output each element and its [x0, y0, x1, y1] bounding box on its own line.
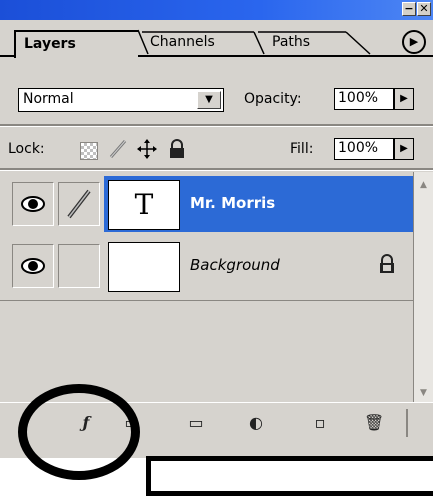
layer-row[interactable]: Background: [0, 238, 413, 294]
scrollbar[interactable]: ▲ ▼: [413, 172, 433, 404]
divider: [0, 300, 413, 301]
lock-transparency-icon[interactable]: [80, 142, 98, 160]
opacity-label: Opacity:: [244, 91, 302, 107]
fill-label: Fill:: [290, 141, 314, 157]
divider: [406, 409, 408, 437]
new-layer-icon[interactable]: ▫: [310, 413, 330, 433]
text-tool-icon: T: [134, 188, 154, 221]
adjustment-icon[interactable]: ◐: [246, 413, 266, 433]
lock-brush-icon[interactable]: [108, 138, 128, 160]
text-layer-thumbnail: T: [108, 180, 180, 230]
scroll-up-icon[interactable]: ▲: [414, 176, 433, 194]
eye-icon[interactable]: [13, 245, 53, 287]
visibility-cell[interactable]: [12, 244, 54, 288]
tab-outline: [0, 29, 433, 57]
fill-input[interactable]: 100%: [334, 138, 394, 160]
title-bar: [0, 0, 433, 20]
lock-icon: [380, 254, 394, 273]
annotation-circle: [18, 384, 140, 480]
divider: [0, 124, 433, 127]
scroll-down-icon[interactable]: ▼: [414, 384, 433, 402]
lock-move-icon[interactable]: [136, 138, 158, 160]
divider: [0, 168, 433, 171]
trash-icon[interactable]: 🗑: [364, 413, 384, 433]
blend-mode-select[interactable]: Normal ▼: [18, 88, 224, 112]
opacity-arrow-icon[interactable]: ▶: [394, 88, 414, 110]
background-thumbnail: [108, 242, 180, 292]
minimize-button[interactable]: −: [402, 2, 416, 16]
lock-all-icon[interactable]: [168, 139, 186, 159]
folder-icon[interactable]: ▭: [186, 413, 206, 433]
panel-menu-button[interactable]: ▶: [402, 30, 426, 54]
chevron-down-icon[interactable]: ▼: [197, 91, 221, 109]
fill-arrow-icon[interactable]: ▶: [394, 138, 414, 160]
tab-row: Layers Channels Paths ▶: [0, 20, 433, 74]
opacity-input[interactable]: 100%: [334, 88, 394, 110]
layer-list: T Mr. Morris Background: [0, 172, 413, 397]
link-cell[interactable]: [58, 244, 100, 288]
layer-row[interactable]: T Mr. Morris: [0, 176, 413, 232]
layer-name: Mr. Morris: [190, 194, 276, 212]
eye-icon[interactable]: [13, 183, 53, 225]
link-cell[interactable]: [58, 182, 100, 226]
lock-label: Lock:: [8, 141, 45, 157]
close-button[interactable]: ✕: [417, 2, 431, 16]
layer-name: Background: [190, 256, 280, 274]
visibility-cell[interactable]: [12, 182, 54, 226]
blend-mode-value: Normal: [23, 91, 74, 107]
brush-icon: [67, 189, 91, 219]
annotation-box: [146, 456, 433, 496]
